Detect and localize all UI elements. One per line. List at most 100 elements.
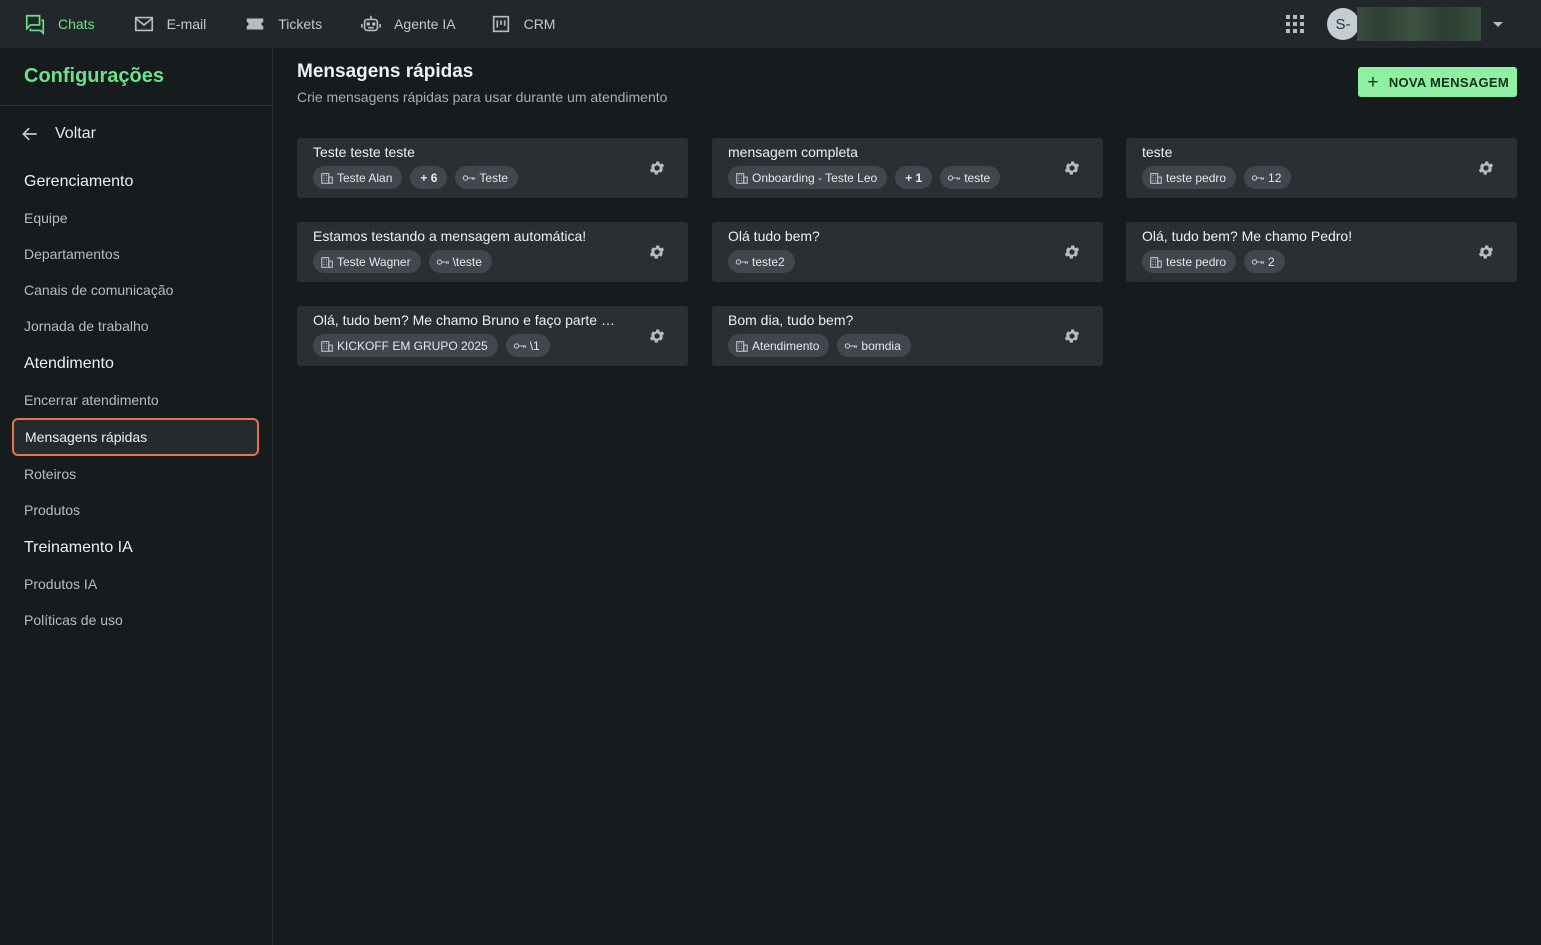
building-icon	[321, 256, 333, 268]
key-icon	[1251, 258, 1265, 265]
sidebar-item-encerrar[interactable]: Encerrar atendimento	[0, 382, 272, 418]
sidebar-item-canais[interactable]: Canais de comunicação	[0, 272, 272, 308]
quick-message-card[interactable]: Teste teste teste Teste Alan + 6 Teste	[297, 138, 688, 198]
key-icon	[735, 258, 749, 265]
department-label: KICKOFF EM GRUPO 2025	[337, 338, 488, 353]
department-chip: Teste Wagner	[313, 250, 421, 273]
main-content: Mensagens rápidas Crie mensagens rápidas…	[273, 48, 1541, 945]
new-message-button[interactable]: + NOVA MENSAGEM	[1358, 67, 1517, 97]
gear-icon[interactable]	[648, 327, 666, 345]
avatar: S-	[1327, 8, 1359, 40]
shortcut-chip: 2	[1244, 250, 1285, 273]
key-icon	[845, 342, 858, 349]
settings-sidebar: Configurações Voltar Gerenciamento Equip…	[0, 48, 273, 945]
department-label: Teste Wagner	[337, 254, 411, 269]
gear-icon[interactable]	[1477, 243, 1495, 261]
key-icon	[513, 342, 526, 349]
building-icon	[1150, 172, 1162, 184]
gear-icon[interactable]	[1063, 159, 1081, 177]
gear-icon[interactable]	[1063, 327, 1081, 345]
more-departments-chip: + 6	[410, 166, 448, 189]
gear-icon[interactable]	[1063, 243, 1081, 261]
gear-icon[interactable]	[648, 243, 666, 261]
department-label: Onboarding - Teste Leo	[752, 170, 878, 185]
quick-message-card[interactable]: Olá tudo bem? teste2	[712, 222, 1103, 282]
key-icon	[1251, 174, 1265, 181]
quick-message-card[interactable]: Bom dia, tudo bem? Atendimento bomdia	[712, 306, 1103, 366]
sidebar-item-jornada[interactable]: Jornada de trabalho	[0, 308, 272, 344]
quick-message-card[interactable]: Estamos testando a mensagem automática! …	[297, 222, 688, 282]
nav-crm[interactable]: CRM	[478, 0, 568, 48]
nav-email-label: E-mail	[166, 16, 207, 32]
quick-message-card[interactable]: mensagem completa Onboarding - Teste Leo…	[712, 138, 1103, 198]
building-icon	[736, 172, 748, 184]
nav-crm-label: CRM	[523, 16, 556, 32]
building-icon	[736, 340, 748, 352]
sidebar-item-equipe[interactable]: Equipe	[0, 200, 272, 236]
nav-tickets[interactable]: Tickets	[232, 0, 334, 48]
key-icon	[436, 258, 449, 265]
building-icon	[321, 340, 333, 352]
robot-icon	[361, 15, 382, 32]
card-title: Estamos testando a mensagem automática!	[313, 228, 587, 244]
card-title: Teste teste teste	[313, 144, 415, 160]
department-chip: Onboarding - Teste Leo	[728, 166, 888, 189]
nav-agente-ia[interactable]: Agente IA	[348, 0, 468, 48]
sidebar-item-mensagens-rapidas[interactable]: Mensagens rápidas	[12, 418, 259, 456]
page-title: Mensagens rápidas	[297, 61, 474, 82]
shortcut-chip: \teste	[428, 250, 492, 273]
sidebar-item-politicas[interactable]: Políticas de uso	[0, 602, 272, 638]
quick-message-card[interactable]: Olá, tudo bem? Me chamo Bruno e faço par…	[297, 306, 688, 366]
sidebar-item-departamentos[interactable]: Departamentos	[0, 236, 272, 272]
card-title: Olá tudo bem?	[728, 228, 820, 244]
sidebar-item-roteiros[interactable]: Roteiros	[0, 456, 272, 492]
nav-tickets-label: Tickets	[278, 16, 323, 32]
sidebar-item-produtos[interactable]: Produtos	[0, 492, 272, 528]
shortcut-chip: teste2	[728, 250, 795, 273]
building-icon	[1150, 256, 1162, 268]
shortcut-chip: Teste	[455, 166, 519, 189]
sidebar-title: Configurações	[0, 48, 272, 106]
plus-icon: +	[1367, 71, 1379, 93]
shortcut-label: \1	[529, 338, 540, 353]
chevron-down-icon	[1493, 21, 1503, 27]
gear-icon[interactable]	[648, 159, 666, 177]
nav-chats[interactable]: Chats	[12, 0, 107, 48]
chat-icon	[25, 14, 45, 35]
shortcut-label: 2	[1268, 254, 1275, 269]
back-button[interactable]: Voltar	[0, 110, 272, 158]
user-menu[interactable]: S-	[1327, 7, 1541, 41]
department-label: teste pedro	[1166, 254, 1227, 269]
top-navigation-bar: Chats E-mail Tickets Agente IA CRM S-	[0, 0, 1541, 48]
nav-email[interactable]: E-mail	[121, 0, 219, 48]
apps-grid-icon[interactable]	[1285, 14, 1305, 34]
key-icon	[948, 174, 961, 181]
nav-chats-label: Chats	[58, 16, 95, 32]
department-label: teste pedro	[1166, 170, 1227, 185]
shortcut-chip: teste	[940, 166, 1001, 189]
back-label: Voltar	[55, 125, 96, 142]
kanban-icon	[492, 15, 509, 33]
ticket-icon	[247, 18, 264, 30]
department-label: Teste Alan	[337, 170, 393, 185]
quick-message-card[interactable]: Olá, tudo bem? Me chamo Pedro! teste ped…	[1126, 222, 1517, 282]
section-atendimento: Atendimento	[24, 355, 114, 372]
section-gerenciamento: Gerenciamento	[24, 173, 134, 190]
shortcut-chip: bomdia	[837, 334, 911, 357]
more-departments-chip: + 1	[895, 166, 933, 189]
page-subtitle: Crie mensagens rápidas para usar durante…	[297, 89, 668, 105]
shortcut-chip: \1	[505, 334, 550, 357]
shortcut-label: bomdia	[861, 338, 901, 353]
card-title: Olá, tudo bem? Me chamo Pedro!	[1142, 228, 1353, 244]
new-message-label: NOVA MENSAGEM	[1388, 74, 1509, 90]
gear-icon[interactable]	[1477, 159, 1495, 177]
section-treinamento-ia: Treinamento IA	[24, 539, 133, 556]
sidebar-item-produtos-ia[interactable]: Produtos IA	[0, 566, 272, 602]
card-title: mensagem completa	[728, 144, 858, 160]
shortcut-label: teste2	[752, 254, 785, 269]
mail-icon	[134, 16, 153, 32]
shortcut-chip: 12	[1244, 166, 1292, 189]
shortcut-label: Teste	[479, 170, 509, 185]
quick-message-card[interactable]: teste teste pedro 12	[1126, 138, 1517, 198]
user-name-redacted	[1357, 7, 1481, 41]
